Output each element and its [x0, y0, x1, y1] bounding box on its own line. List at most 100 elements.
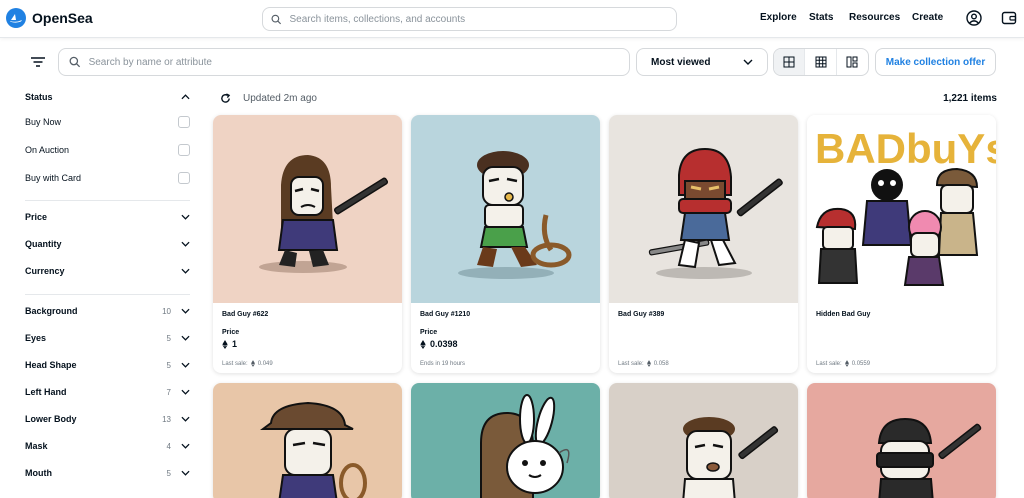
trait-count: 10	[162, 306, 171, 316]
chevron-up-icon	[181, 94, 190, 100]
nft-image[interactable]	[411, 115, 600, 303]
opensea-logo[interactable]: OpenSea	[6, 8, 93, 28]
eth-icon	[222, 339, 228, 349]
nft-name: Bad Guy #389	[618, 311, 665, 318]
collection-toolbar: Most viewed Make collection offer	[0, 46, 1024, 78]
trait-label: Head Shape	[25, 360, 77, 370]
price-value: 1	[222, 339, 237, 349]
nft-image[interactable]	[609, 115, 798, 303]
view-mode-toggle	[773, 48, 869, 76]
status-option-buy-now[interactable]: Buy Now	[25, 116, 190, 128]
trait-mouth[interactable]: Mouth 5	[25, 468, 190, 478]
nft-name: Bad Guy #1210	[420, 311, 471, 318]
trait-label: Lower Body	[25, 414, 77, 424]
trait-mask[interactable]: Mask 4	[25, 441, 190, 451]
trait-count: 5	[166, 333, 171, 343]
nft-card[interactable]: Bad Guy #622 Price 1 Last sale: 0.049	[213, 115, 402, 373]
nav-stats[interactable]: Stats	[809, 12, 833, 23]
nft-card-details: Bad Guy #389 Last sale: 0.058	[609, 303, 798, 373]
nft-card[interactable]	[213, 383, 402, 498]
nft-image[interactable]	[213, 115, 402, 303]
eth-icon	[420, 339, 426, 349]
nft-image[interactable]	[411, 383, 600, 498]
trait-count: 4	[166, 441, 171, 451]
last-sale-value: 0.049	[257, 360, 273, 367]
status-option-label: Buy with Card	[25, 173, 82, 183]
nft-image[interactable]	[609, 383, 798, 498]
eth-icon	[646, 360, 651, 367]
chevron-down-icon	[743, 59, 753, 65]
nft-card[interactable]	[411, 383, 600, 498]
price-label: Price	[222, 329, 240, 336]
global-search[interactable]	[262, 7, 677, 31]
make-collection-offer-button[interactable]: Make collection offer	[875, 48, 996, 76]
price-label: Price	[420, 329, 438, 336]
nft-image[interactable]: BADbuYs	[807, 115, 996, 303]
last-sale-label: Last sale:	[816, 360, 842, 367]
view-list-button[interactable]	[837, 49, 868, 75]
nft-card[interactable]: Bad Guy #1210 Price 0.0398 Ends in 19 ho…	[411, 115, 600, 373]
nft-card[interactable]	[807, 383, 996, 498]
quantity-filter-label: Quantity	[25, 239, 62, 249]
opensea-logo-icon	[6, 8, 26, 28]
buy-with-card-checkbox[interactable]	[178, 172, 190, 184]
brand-name: OpenSea	[32, 10, 93, 26]
status-section-header[interactable]: Status	[25, 92, 190, 102]
status-option-label: Buy Now	[25, 117, 62, 127]
filter-icon[interactable]	[28, 54, 48, 70]
chevron-down-icon	[181, 214, 190, 220]
currency-filter-header[interactable]: Currency	[25, 266, 190, 276]
status-option-on-auction[interactable]: On Auction	[25, 144, 190, 156]
nft-image[interactable]	[213, 383, 402, 498]
quantity-filter-header[interactable]: Quantity	[25, 239, 190, 249]
last-sale-value: 0.0559	[851, 360, 871, 367]
top-navigation: OpenSea Explore Stats Resources Create	[0, 0, 1024, 38]
trait-background[interactable]: Background 10	[25, 306, 190, 316]
large-grid-icon	[783, 56, 795, 68]
currency-filter-label: Currency	[25, 266, 65, 276]
trait-head-shape[interactable]: Head Shape 5	[25, 360, 190, 370]
nft-card[interactable]	[609, 383, 798, 498]
status-option-buy-with-card[interactable]: Buy with Card	[25, 172, 190, 184]
nft-image[interactable]	[807, 383, 996, 498]
last-sale-label: Last sale:	[618, 360, 644, 367]
account-icon[interactable]	[966, 10, 982, 26]
chevron-down-icon	[181, 268, 190, 274]
global-search-input[interactable]	[289, 13, 676, 25]
nft-card[interactable]: BADbuYs Hidden Bad Guy Last sale: 0.0559	[807, 115, 996, 373]
attribute-search[interactable]	[58, 48, 630, 76]
last-sale-value: 0.058	[653, 360, 669, 367]
chevron-down-icon	[181, 470, 190, 476]
price-filter-header[interactable]: Price	[25, 212, 190, 222]
search-icon	[271, 14, 282, 24]
trait-count: 7	[166, 387, 171, 397]
on-auction-checkbox[interactable]	[178, 144, 190, 156]
buy-now-checkbox[interactable]	[178, 116, 190, 128]
sidebar-divider	[25, 294, 190, 295]
sort-dropdown[interactable]: Most viewed	[636, 48, 768, 76]
trait-left-hand[interactable]: Left Hand 7	[25, 387, 190, 397]
nav-create[interactable]: Create	[912, 12, 943, 23]
nft-card[interactable]: Bad Guy #389 Last sale: 0.058	[609, 115, 798, 373]
chevron-down-icon	[181, 443, 190, 449]
trait-label: Background	[25, 306, 78, 316]
price-amount: 1	[232, 339, 238, 349]
nav-resources[interactable]: Resources	[849, 12, 900, 23]
trait-eyes[interactable]: Eyes 5	[25, 333, 190, 343]
refresh-icon[interactable]	[220, 93, 231, 104]
nav-explore[interactable]: Explore	[760, 12, 797, 23]
trait-lower-body[interactable]: Lower Body 13	[25, 414, 190, 424]
badguys-banner: BADbuYs	[815, 125, 996, 172]
chevron-down-icon	[181, 416, 190, 422]
sidebar-divider	[25, 200, 190, 201]
trait-count: 5	[166, 360, 171, 370]
trait-label: Mask	[25, 441, 48, 451]
attribute-search-input[interactable]	[88, 56, 629, 68]
auction-end-time: Ends in 19 hours	[420, 361, 466, 367]
view-small-grid-button[interactable]	[805, 49, 837, 75]
last-sale: Last sale: 0.058	[618, 360, 669, 367]
status-section-title: Status	[25, 92, 53, 102]
wallet-icon[interactable]	[1001, 10, 1017, 26]
view-large-grid-button[interactable]	[774, 49, 806, 75]
nft-card-details: Hidden Bad Guy Last sale: 0.0559	[807, 303, 996, 373]
